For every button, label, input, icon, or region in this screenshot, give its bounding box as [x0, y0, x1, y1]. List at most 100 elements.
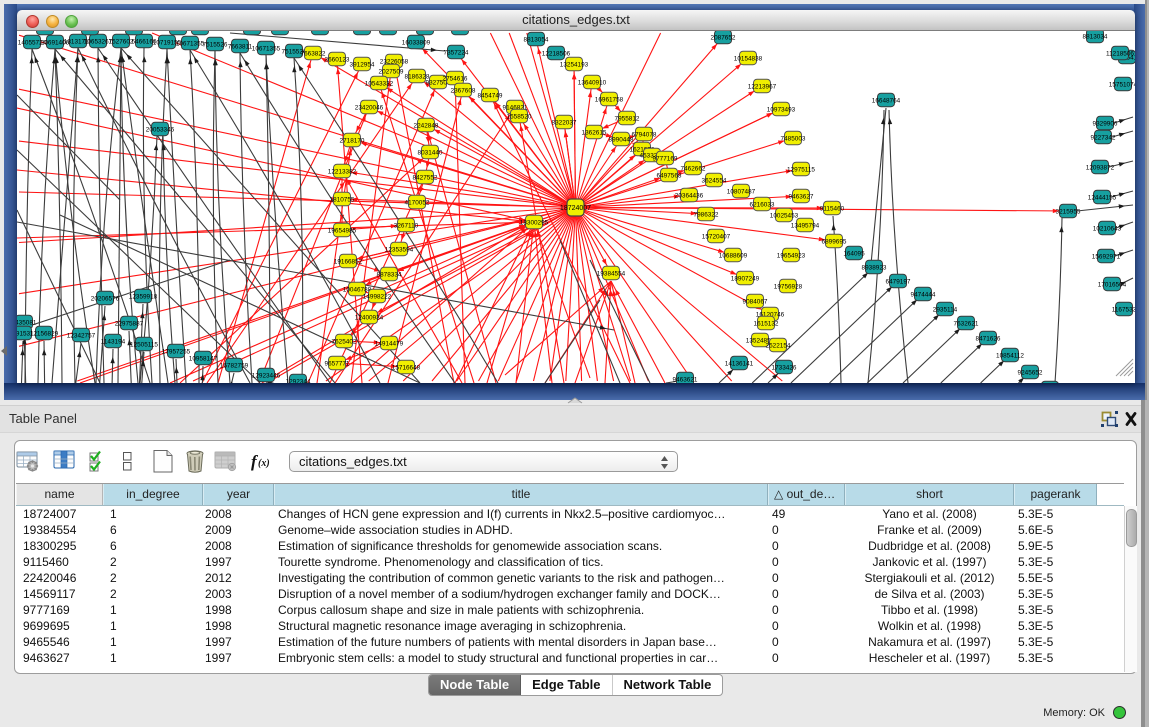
svg-text:13495794: 13495794 — [791, 222, 820, 229]
svg-text:7663822: 7663822 — [301, 50, 326, 57]
svg-text:8031440: 8031440 — [418, 149, 443, 156]
svg-text:10154838: 10154838 — [734, 55, 763, 62]
svg-text:8813034: 8813034 — [1083, 33, 1108, 40]
svg-text:7462662: 7462662 — [681, 165, 706, 172]
svg-text:12156829: 12156829 — [30, 330, 59, 337]
svg-text:9227342: 9227342 — [1091, 134, 1116, 141]
svg-text:10543332: 10543332 — [365, 80, 394, 87]
svg-text:2718170: 2718170 — [340, 137, 365, 144]
svg-text:7625402: 7625402 — [332, 338, 357, 345]
svg-text:2027509: 2027509 — [379, 68, 404, 75]
svg-text:6497568: 6497568 — [657, 172, 682, 179]
svg-text:12342757: 12342757 — [67, 332, 96, 339]
svg-text:7485003: 7485003 — [781, 135, 806, 142]
svg-text:7632621: 7632621 — [954, 320, 979, 327]
svg-text:164095: 164095 — [843, 250, 865, 257]
svg-text:16648764: 16648764 — [872, 97, 901, 104]
svg-text:12975115: 12975115 — [787, 166, 815, 173]
svg-text:3660123: 3660123 — [325, 56, 350, 63]
svg-text:9084067: 9084067 — [743, 298, 768, 305]
svg-text:10973493: 10973493 — [767, 106, 796, 113]
svg-text:20053346: 20053346 — [146, 126, 175, 133]
svg-text:1527602: 1527602 — [109, 38, 134, 45]
svg-text:9474444: 9474444 — [911, 291, 936, 298]
svg-text:10688609: 10688609 — [719, 252, 748, 259]
svg-text:19384554: 19384554 — [597, 270, 626, 277]
svg-text:3912954: 3912954 — [350, 61, 375, 68]
svg-text:6216033: 6216033 — [750, 201, 775, 208]
svg-text:23420046: 23420046 — [355, 104, 384, 111]
svg-text:4170052: 4170052 — [405, 199, 430, 206]
svg-text:14136141: 14136141 — [725, 360, 754, 367]
svg-text:9115460: 9115460 — [820, 205, 845, 212]
svg-text:8990448: 8990448 — [609, 136, 634, 143]
svg-text:1143194: 1143194 — [101, 338, 126, 345]
svg-text:3215955: 3215955 — [1056, 208, 1081, 215]
svg-text:15716648: 15716648 — [392, 364, 421, 371]
svg-text:17957255: 17957255 — [162, 348, 191, 355]
svg-text:3624554: 3624554 — [702, 177, 727, 184]
svg-text:10025453: 10025453 — [770, 212, 799, 219]
svg-text:2242848: 2242848 — [414, 122, 439, 129]
svg-text:1167533: 1167533 — [1112, 306, 1135, 313]
svg-text:14914479: 14914479 — [375, 340, 404, 347]
svg-text:9245652: 9245652 — [1018, 369, 1043, 376]
svg-text:2935114: 2935114 — [933, 306, 958, 313]
svg-text:10807487: 10807487 — [727, 188, 756, 195]
svg-text:6899695: 6899695 — [822, 238, 847, 245]
svg-text:12923446: 12923446 — [252, 372, 281, 379]
svg-text:7357224: 7357224 — [444, 49, 469, 56]
svg-text:2754616: 2754616 — [443, 75, 468, 82]
svg-text:10671355: 10671355 — [252, 45, 281, 52]
svg-text:12444155: 12444155 — [1088, 194, 1117, 201]
svg-text:9463627: 9463627 — [789, 193, 814, 200]
svg-text:7955812: 7955812 — [615, 115, 640, 122]
svg-text:8322037: 8322037 — [552, 119, 577, 126]
svg-text:8813054: 8813054 — [524, 36, 549, 43]
svg-text:11218506: 11218506 — [1106, 50, 1134, 57]
svg-text:1810755: 1810755 — [330, 196, 355, 203]
svg-text:19654985: 19654985 — [328, 227, 357, 234]
svg-text:1615132: 1615132 — [754, 320, 779, 327]
svg-text:18300295: 18300295 — [520, 219, 549, 226]
svg-text:22975887: 22975887 — [115, 320, 144, 327]
svg-text:15692971: 15692971 — [1092, 253, 1121, 260]
svg-text:17016504: 17016504 — [1098, 281, 1127, 288]
svg-text:18724007: 18724007 — [560, 205, 591, 212]
svg-text:16782759: 16782759 — [220, 362, 249, 369]
svg-text:10046788: 10046788 — [343, 286, 372, 293]
svg-text:12093872: 12093872 — [1086, 164, 1115, 171]
svg-text:12353594: 12353594 — [385, 246, 414, 253]
svg-text:10854112: 10854112 — [996, 352, 1024, 359]
svg-text:13640910: 13640910 — [578, 79, 607, 86]
svg-text:9329906: 9329906 — [1093, 120, 1118, 127]
svg-text:8471626: 8471626 — [976, 335, 1001, 342]
svg-text:12400934: 12400934 — [355, 314, 384, 321]
svg-text:1362615: 1362615 — [582, 129, 607, 136]
svg-text:1292344: 1292344 — [286, 378, 311, 383]
svg-text:7986322: 7986322 — [694, 211, 719, 218]
svg-text:(x): (x) — [258, 458, 270, 469]
svg-text:9777169: 9777169 — [653, 155, 678, 162]
svg-text:2522154: 2522154 — [766, 342, 791, 349]
svg-text:20364436: 20364436 — [675, 192, 704, 199]
svg-text:6479197: 6479197 — [886, 278, 911, 285]
svg-text:7663811: 7663811 — [228, 43, 253, 50]
svg-text:9657771: 9657771 — [325, 360, 350, 367]
svg-text:15720407: 15720407 — [702, 233, 731, 240]
svg-text:3267110: 3267110 — [394, 222, 419, 229]
svg-text:16033809: 16033809 — [402, 39, 431, 46]
svg-text:12218506: 12218506 — [542, 50, 571, 57]
svg-text:19166852: 19166852 — [334, 258, 363, 265]
svg-text:2367608: 2367608 — [451, 87, 476, 94]
svg-text:15751074: 15751074 — [1109, 81, 1135, 88]
svg-text:9463621: 9463621 — [673, 376, 698, 383]
svg-text:12505115: 12505115 — [130, 341, 158, 348]
svg-text:8427552: 8427552 — [413, 174, 438, 181]
svg-text:2087652: 2087652 — [711, 34, 736, 41]
svg-text:10671355: 10671355 — [176, 40, 205, 47]
svg-text:1733426: 1733426 — [772, 364, 797, 371]
svg-text:12213967: 12213967 — [748, 83, 777, 90]
svg-text:14998222: 14998222 — [363, 293, 392, 300]
svg-text:6794078: 6794078 — [632, 131, 657, 138]
